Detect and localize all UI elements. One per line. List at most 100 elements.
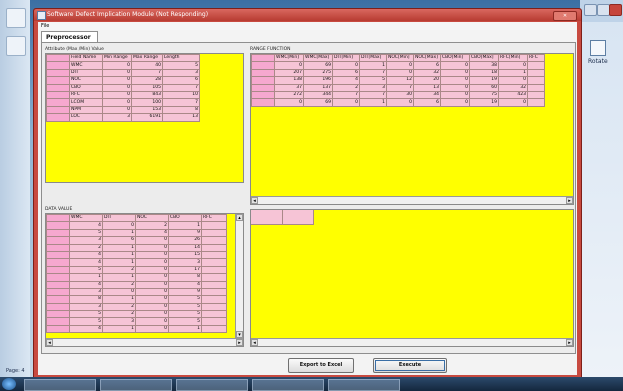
table-cell[interactable]: 4 [69, 324, 103, 334]
table-row[interactable]: 4204 [46, 280, 227, 289]
table-cell[interactable]: 3 [162, 68, 200, 78]
row-header[interactable] [251, 90, 275, 100]
table-cell[interactable]: 0 [498, 76, 528, 85]
table-cell[interactable]: 5 [162, 61, 200, 70]
table-cell[interactable]: 207 [274, 68, 304, 78]
table-cell[interactable]: 1 [102, 295, 136, 304]
table-cell[interactable]: 8 [69, 295, 103, 304]
table-cell[interactable]: 6191 [131, 113, 163, 122]
table-cell[interactable]: 0 [102, 68, 132, 78]
table-cell[interactable]: 3 [359, 83, 387, 92]
table-cell[interactable]: 100 [131, 98, 163, 107]
table-cell[interactable]: LOC [69, 113, 103, 122]
table-cell[interactable]: 0 [440, 76, 470, 85]
row-header[interactable] [46, 280, 70, 289]
table-cell[interactable]: 275 [303, 68, 333, 78]
table-row[interactable]: 5205 [46, 310, 227, 319]
table-cell[interactable]: 2 [69, 243, 103, 252]
table-cell[interactable]: 2 [102, 310, 136, 319]
table-cell[interactable]: 12 [386, 76, 414, 85]
table-cell[interactable]: 0 [135, 310, 169, 319]
table-cell[interactable]: WMC [69, 61, 103, 70]
scroll-down-icon[interactable]: ▾ [236, 331, 243, 338]
row-header[interactable] [46, 236, 70, 245]
table-row[interactable]: 5 2 0 17 [46, 265, 227, 275]
execute-button[interactable]: Execute [373, 358, 447, 373]
table-cell[interactable]: 1 [102, 250, 136, 260]
table-cell[interactable]: 153 [131, 105, 163, 115]
table-cell[interactable]: 0 [440, 98, 470, 107]
row-header[interactable] [46, 61, 70, 70]
table-cell[interactable]: 0 [135, 265, 169, 275]
table-cell[interactable] [201, 250, 227, 260]
table-cell[interactable]: 0 [386, 61, 414, 70]
column-header[interactable]: Field Name [69, 54, 103, 63]
window-close-button[interactable]: ✕ [553, 11, 577, 21]
row-header[interactable] [251, 83, 275, 92]
table-row[interactable]: 3 6 0 26 [46, 236, 227, 245]
table-cell[interactable]: 1 [168, 324, 202, 334]
scroll-left-icon[interactable]: ◂ [251, 197, 258, 204]
table-cell[interactable]: 0 [135, 295, 169, 304]
row-header[interactable] [46, 228, 70, 238]
table-row[interactable]: 4103 [46, 258, 227, 267]
table-cell[interactable]: 2 [102, 280, 136, 289]
table-cell[interactable]: 1 [102, 228, 136, 238]
table-cell[interactable] [527, 90, 545, 100]
table-cell[interactable]: 0 [274, 61, 304, 70]
table-cell[interactable] [527, 68, 545, 78]
data-grid[interactable]: WMC DIT NOC CBO RFC 4 0 2 1 5 1 4 9 3 6 0 26 2 1 0 14 4 1 0 15 4 1… [45, 213, 244, 347]
table-cell[interactable]: 6 [102, 236, 136, 245]
table-row[interactable]: LOC 3 6191 13 [46, 113, 200, 122]
table-cell[interactable]: 0 [135, 250, 169, 260]
table-cell[interactable]: NOC [69, 76, 103, 85]
table-row[interactable]: 5305 [46, 317, 227, 326]
table-cell[interactable]: 2 [102, 265, 136, 275]
column-header[interactable]: Min Range [102, 54, 132, 63]
table-cell[interactable]: 105 [131, 83, 163, 92]
table-cell[interactable]: 38 [469, 61, 499, 70]
table-cell[interactable]: 423 [498, 90, 528, 100]
row-header[interactable] [251, 61, 275, 70]
column-header[interactable]: CBO[Min] [440, 54, 470, 63]
table-cell[interactable]: 7 [359, 68, 387, 78]
table-cell[interactable]: 0 [386, 98, 414, 107]
table-row[interactable]: NOC 0 28 6 [46, 76, 200, 85]
table-cell[interactable]: 6 [162, 76, 200, 85]
table-cell[interactable]: 1 [102, 258, 136, 267]
table-cell[interactable]: 5 [69, 228, 103, 238]
table-row[interactable]: 8105 [46, 295, 227, 304]
table-cell[interactable]: 1 [102, 273, 136, 282]
table-cell[interactable]: 0 [102, 90, 132, 100]
table-cell[interactable] [201, 302, 227, 312]
table-cell[interactable]: 30 [386, 90, 414, 100]
row-header[interactable] [46, 302, 70, 312]
table-cell[interactable] [201, 221, 227, 230]
table-cell[interactable]: 0 [102, 61, 132, 70]
table-cell[interactable]: 20 [413, 76, 441, 85]
table-cell[interactable] [201, 273, 227, 282]
table-cell[interactable]: 13 [162, 113, 200, 122]
row-header[interactable] [46, 98, 70, 107]
row-header[interactable] [46, 90, 70, 100]
window-titlebar[interactable]: Software Defect Implication Module (Not … [34, 9, 581, 21]
table-cell[interactable]: 0 [135, 317, 169, 326]
table-cell[interactable]: 4 [69, 221, 103, 230]
taskbar-item[interactable] [252, 379, 324, 391]
table-cell[interactable]: 32 [498, 83, 528, 92]
table-cell[interactable]: 7 [386, 83, 414, 92]
table-cell[interactable]: 0 [135, 324, 169, 334]
table-cell[interactable] [201, 317, 227, 326]
table-cell[interactable]: 6 [413, 98, 441, 107]
column-header[interactable]: DIT[Min] [332, 54, 360, 63]
table-cell[interactable]: 9 [168, 287, 202, 297]
table-cell[interactable]: 5 [168, 310, 202, 319]
table-cell[interactable]: 4 [168, 280, 202, 289]
row-header[interactable] [46, 68, 70, 78]
menu-file[interactable]: File [41, 23, 49, 29]
table-cell[interactable]: 0 [102, 83, 132, 92]
table-cell[interactable]: 18 [469, 68, 499, 78]
table-cell[interactable]: 3 [168, 258, 202, 267]
table-row[interactable]: CBO 0 105 7 [46, 83, 200, 92]
table-cell[interactable]: 8 [168, 273, 202, 282]
